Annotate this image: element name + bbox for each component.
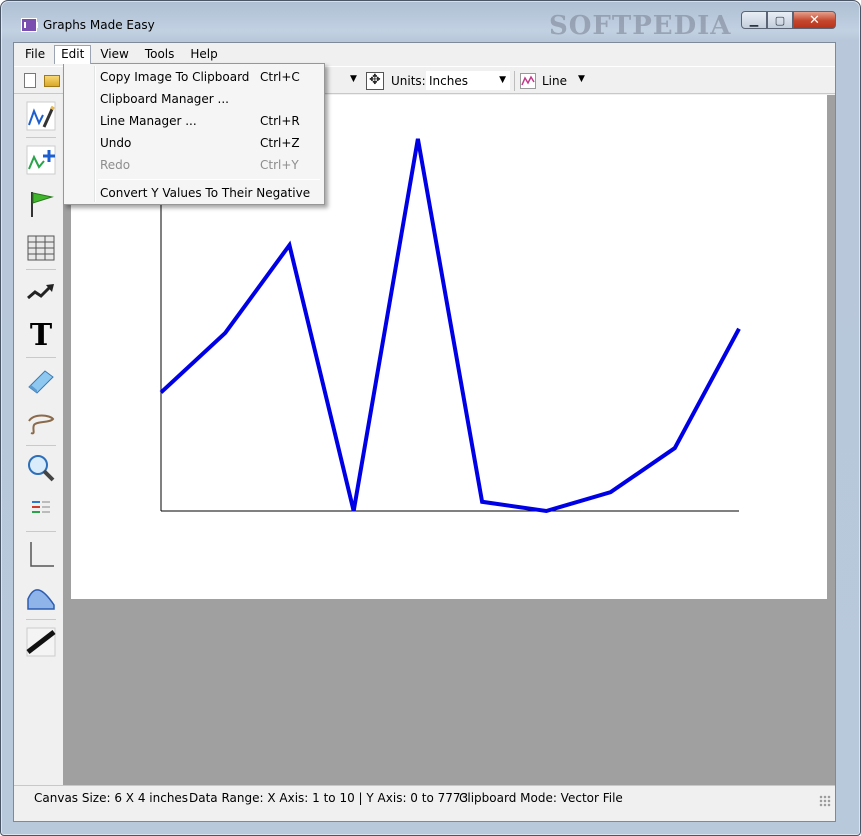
draw-line-tool-icon[interactable] — [25, 99, 57, 133]
flag-tool-icon[interactable] — [25, 187, 57, 221]
chevron-down-icon: ▼ — [499, 75, 506, 85]
edit-menu-dropdown: Copy Image To Clipboard Ctrl+C Clipboard… — [63, 63, 325, 205]
area-fill-tool-icon[interactable] — [25, 581, 57, 615]
chevron-down-icon[interactable]: ▼ — [350, 74, 357, 84]
tool-separator — [26, 619, 56, 620]
menu-item-convert-negative[interactable]: Convert Y Values To Their Negative — [66, 182, 322, 204]
fit-canvas-icon[interactable] — [366, 72, 384, 90]
line-style-tool-icon[interactable] — [25, 625, 57, 659]
watermark: SOFTPEDIA — [549, 11, 732, 41]
canvas-size-status: Canvas Size: 6 X 4 inches — [34, 791, 189, 805]
title-bar[interactable]: Graphs Made Easy SOFTPEDIA ▁ ▢ ✕ — [1, 1, 860, 41]
zoom-tool-icon[interactable] — [25, 451, 57, 485]
tool-separator — [26, 357, 56, 358]
data-grid-tool-icon[interactable] — [25, 231, 57, 265]
menu-separator — [98, 179, 320, 180]
menu-bar: File Edit View Tools Help — [14, 43, 835, 65]
tool-separator — [26, 445, 56, 446]
side-toolbar: T — [14, 95, 62, 785]
app-icon[interactable] — [21, 18, 38, 32]
menu-tools[interactable]: Tools — [138, 45, 182, 63]
menu-item-redo[interactable]: Redo Ctrl+Y — [66, 154, 322, 176]
add-line-tool-icon[interactable] — [25, 143, 57, 177]
trend-arrow-tool-icon[interactable] — [25, 275, 57, 309]
minimize-button[interactable]: ▁ — [741, 11, 767, 29]
resize-grip[interactable] — [819, 795, 831, 807]
freehand-tool-icon[interactable] — [25, 407, 57, 441]
units-value: Inches — [429, 74, 468, 88]
toolbar-separator — [514, 71, 515, 91]
data-range-status: Data Range: X Axis: 1 to 10 | Y Axis: 0 … — [189, 791, 469, 805]
new-document-icon[interactable] — [24, 73, 36, 88]
open-folder-icon[interactable] — [44, 75, 60, 87]
menu-view[interactable]: View — [93, 45, 135, 63]
line-type-select[interactable]: Line — [542, 74, 567, 88]
maximize-button[interactable]: ▢ — [767, 11, 793, 29]
units-select[interactable]: Inches ▼ — [425, 70, 511, 91]
menu-help[interactable]: Help — [183, 45, 224, 63]
menu-item-undo[interactable]: Undo Ctrl+Z — [66, 132, 322, 154]
tool-separator — [26, 531, 56, 532]
status-bar: Canvas Size: 6 X 4 inches Data Range: X … — [14, 785, 835, 809]
menu-item-copy-image[interactable]: Copy Image To Clipboard Ctrl+C — [66, 66, 322, 88]
close-button[interactable]: ✕ — [793, 11, 836, 29]
menu-item-clipboard-manager[interactable]: Clipboard Manager ... — [66, 88, 322, 110]
tool-separator — [26, 269, 56, 270]
chevron-down-icon[interactable]: ▼ — [578, 74, 585, 84]
axes-tool-icon[interactable] — [25, 537, 57, 571]
menu-item-line-manager[interactable]: Line Manager ... Ctrl+R — [66, 110, 322, 132]
tool-separator — [26, 137, 56, 138]
text-tool-icon[interactable]: T — [25, 319, 57, 353]
eraser-tool-icon[interactable] — [25, 363, 57, 397]
menu-file[interactable]: File — [18, 45, 52, 63]
window-title: Graphs Made Easy — [43, 18, 155, 32]
window-controls: ▁ ▢ ✕ — [741, 11, 836, 29]
clipboard-mode-status: Clipboard Mode: Vector File — [459, 791, 623, 805]
line-chart-icon[interactable] — [520, 73, 536, 89]
menu-edit[interactable]: Edit — [54, 44, 92, 64]
units-label: Units: — [391, 74, 426, 88]
legend-tool-icon[interactable] — [25, 493, 57, 527]
